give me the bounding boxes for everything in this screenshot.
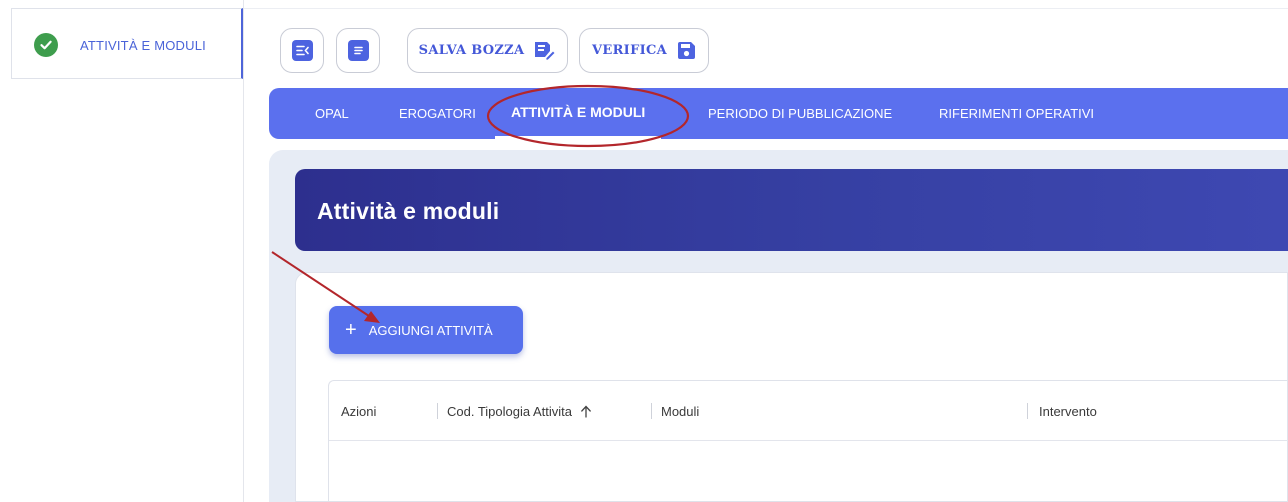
column-header-azioni[interactable]: Azioni bbox=[341, 381, 376, 441]
tab-opal[interactable]: OPAL bbox=[315, 88, 349, 139]
tab-periodo-pubblicazione[interactable]: PERIODO DI PUBBLICAZIONE bbox=[708, 88, 892, 139]
tab-attivita-moduli[interactable]: ATTIVITÀ E MODULI bbox=[495, 88, 662, 139]
section-tabs: OPAL EROGATORI ATTIVITÀ E MODULI PERIODO… bbox=[269, 88, 1288, 139]
save-draft-label: SALVA BOZZA bbox=[418, 43, 525, 58]
verify-label: VERIFICA bbox=[591, 43, 668, 58]
app-page: ATTIVITÀ E MODULI SALVA BOZZA VERIFICA O… bbox=[0, 0, 1288, 502]
save-draft-button[interactable]: SALVA BOZZA bbox=[407, 28, 568, 73]
table-header: Azioni Cod. Tipologia Attivita Moduli In… bbox=[329, 381, 1288, 441]
check-circle-icon bbox=[34, 33, 58, 57]
floppy-disk-icon bbox=[677, 41, 696, 60]
column-separator[interactable] bbox=[651, 403, 652, 419]
activities-table: Azioni Cod. Tipologia Attivita Moduli In… bbox=[328, 380, 1288, 502]
column-separator[interactable] bbox=[1027, 403, 1028, 419]
tab-erogatori[interactable]: EROGATORI bbox=[399, 88, 476, 139]
section-title: Attività e moduli bbox=[317, 198, 500, 224]
section-header: Attività e moduli bbox=[295, 169, 1288, 251]
arrow-up-icon bbox=[580, 405, 592, 418]
top-divider bbox=[244, 8, 1288, 9]
left-sidebar: ATTIVITÀ E MODULI bbox=[0, 0, 244, 502]
column-header-label: Cod. Tipologia Attivita bbox=[447, 403, 573, 419]
column-header-cod-tipologia[interactable]: Cod. Tipologia Attivita bbox=[447, 381, 592, 441]
collapse-menu-icon bbox=[291, 40, 313, 61]
document-button[interactable] bbox=[336, 28, 380, 73]
sidebar-item-attivita-moduli[interactable]: ATTIVITÀ E MODULI bbox=[11, 8, 243, 79]
column-header-intervento[interactable]: Intervento bbox=[1039, 381, 1097, 441]
sidebar-item-label: ATTIVITÀ E MODULI bbox=[80, 38, 206, 53]
verify-button[interactable]: VERIFICA bbox=[579, 28, 709, 73]
add-activity-label: AGGIUNGI ATTIVITÀ bbox=[368, 322, 493, 338]
edit-document-icon bbox=[534, 41, 556, 61]
column-header-moduli[interactable]: Moduli bbox=[661, 381, 699, 441]
add-activity-button[interactable]: + AGGIUNGI ATTIVITÀ bbox=[329, 306, 523, 354]
plus-icon: + bbox=[345, 319, 357, 341]
tab-riferimenti-operativi[interactable]: RIFERIMENTI OPERATIVI bbox=[939, 88, 1094, 139]
collapse-menu-button[interactable] bbox=[280, 28, 324, 73]
column-separator[interactable] bbox=[437, 403, 438, 419]
document-icon bbox=[347, 40, 369, 61]
